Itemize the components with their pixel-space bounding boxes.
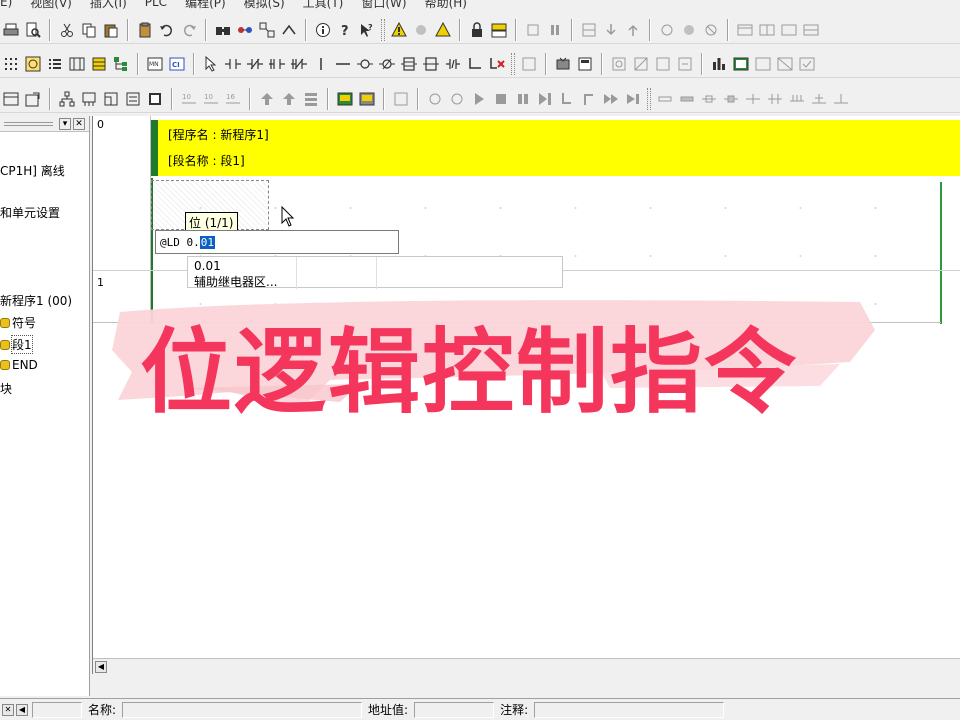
overlay-title: 位逻辑控制指令 bbox=[140, 319, 799, 426]
